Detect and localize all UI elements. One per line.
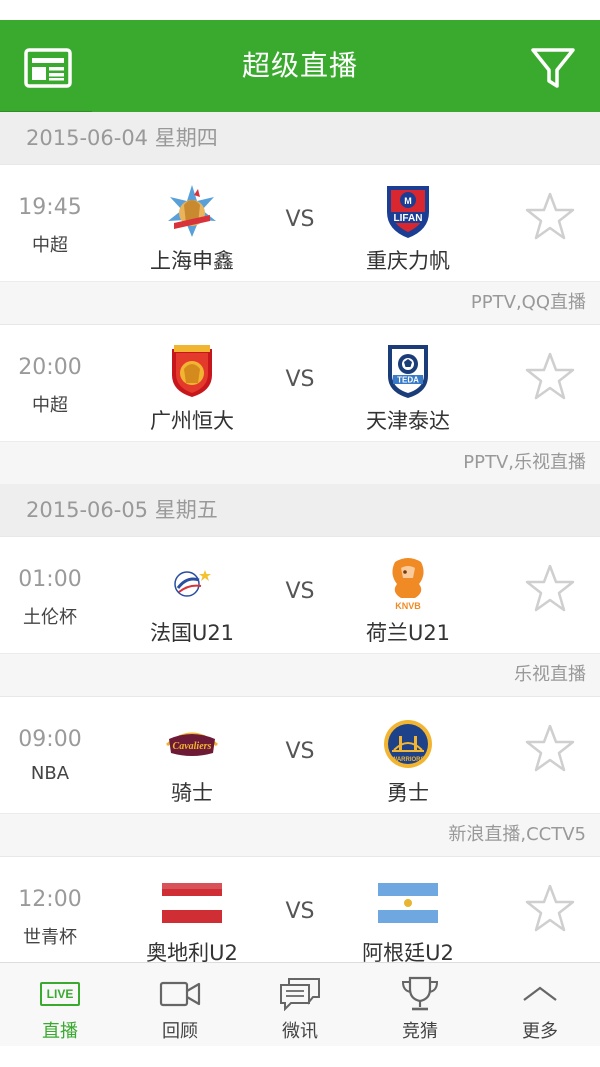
match-row[interactable]: 12:00 世青杯 奥地利U2 VS 阿根廷U2 [0,856,600,962]
home-team-name: 法国U21 [149,621,235,645]
golden-state-warriors-logo-icon: WARRIORS [384,720,432,768]
away-team[interactable]: M LIFAN 重庆力帆 [333,165,483,275]
channel-list: 新浪直播,CCTV5 [0,814,600,856]
vs-label: VS [285,367,315,392]
star-icon [525,352,575,400]
guangzhou-evergrande-logo-icon [172,345,212,397]
home-team[interactable]: 广州恒大 [117,325,267,435]
svg-text:TEDA: TEDA [397,376,419,385]
bottom-safe-area [0,1046,600,1067]
match-league: 土伦杯 [23,607,77,628]
svg-text:KNVB: KNVB [395,601,421,611]
match-time: 12:00 [18,887,82,912]
match-list[interactable]: 2015-06-04 星期四 19:45 中超 上海申鑫 VS M LIFAN … [0,112,600,962]
austria-flag-icon [162,883,222,923]
netherlands-knvb-logo-icon: KNVB [392,558,424,611]
home-team-name: 广州恒大 [150,409,234,433]
chevron-up-icon [523,986,557,1001]
home-team-name: 奥地利U2 [146,941,238,962]
live-icon: LIVE [40,982,80,1006]
chongqing-lifan-logo-icon: M LIFAN [387,186,429,238]
vs-label: VS [285,739,315,764]
star-icon [525,884,575,932]
tab-news[interactable]: 微讯 [240,963,360,1047]
tab-label: 微讯 [282,1021,318,1042]
match-league: NBA [30,763,70,784]
match-league: 中超 [32,395,68,416]
away-team-name: 荷兰U21 [365,621,451,645]
home-team[interactable]: 奥地利U2 [117,857,267,962]
away-team[interactable]: WARRIORS 勇士 [333,697,483,807]
tab-live[interactable]: LIVE 直播 [0,963,120,1047]
match-row[interactable]: 09:00 NBA Cavaliers 骑士 VS WARRIORS 勇士 [0,696,600,814]
tab-more[interactable]: 更多 [480,963,600,1047]
star-icon [525,724,575,772]
tab-review[interactable]: 回顾 [120,963,240,1047]
date-header: 2015-06-04 星期四 [0,112,600,164]
france-u21-logo-icon [174,570,211,597]
date-header: 2015-06-05 星期五 [0,484,600,536]
match-row[interactable]: 01:00 土伦杯 法国U21 VS KNVB 荷兰U21 [0,536,600,654]
app-header: 超级直播 [0,20,600,114]
chat-bubbles-icon [280,978,320,1011]
favorite-button[interactable] [524,351,576,401]
match-time: 20:00 [18,355,82,380]
favorite-button[interactable] [524,883,576,933]
svg-text:Cavaliers: Cavaliers [173,741,212,752]
channel-list: PPTV,QQ直播 [0,282,600,324]
match-league: 世青杯 [23,927,77,948]
svg-text:WARRIORS: WARRIORS [392,757,425,763]
away-team-name: 重庆力帆 [366,249,450,273]
favorite-button[interactable] [524,723,576,773]
star-icon [525,192,575,240]
tianjin-teda-logo-icon: TEDA [388,345,428,398]
channel-list: PPTV,乐视直播 [0,442,600,484]
home-team[interactable]: 上海申鑫 [117,165,267,275]
video-camera-icon [159,981,201,1007]
shanghai-shenxin-logo-icon [168,185,216,237]
away-team[interactable]: KNVB 荷兰U21 [333,537,483,647]
svg-text:M: M [404,196,412,206]
tab-label: 更多 [522,1021,558,1042]
status-bar [0,0,600,20]
svg-text:LIFAN: LIFAN [394,213,423,224]
home-team[interactable]: Cavaliers 骑士 [117,697,267,807]
star-icon [525,564,575,612]
channel-list: 乐视直播 [0,654,600,696]
match-time: 19:45 [18,195,82,220]
vs-label: VS [285,899,315,924]
away-team-name: 天津泰达 [366,409,450,433]
vs-label: VS [285,579,315,604]
away-team-name: 勇士 [387,781,429,805]
favorite-button[interactable] [524,191,576,241]
tab-label: 回顾 [162,1021,198,1042]
away-team-name: 阿根廷U2 [362,941,454,962]
tab-label: 竞猜 [402,1021,438,1042]
vs-label: VS [285,207,315,232]
match-league: 中超 [32,235,68,256]
cleveland-cavaliers-logo-icon: Cavaliers [166,732,218,756]
tab-label: 直播 [42,1021,78,1042]
match-time: 01:00 [18,567,82,592]
away-team[interactable]: TEDA 天津泰达 [333,325,483,435]
filter-icon [531,48,575,88]
home-team[interactable]: 法国U21 [117,537,267,647]
match-row[interactable]: 20:00 中超 广州恒大 VS TEDA 天津泰达 [0,324,600,442]
match-time: 09:00 [18,727,82,752]
away-team[interactable]: 阿根廷U2 [333,857,483,962]
trophy-icon [401,976,439,1011]
match-row[interactable]: 19:45 中超 上海申鑫 VS M LIFAN 重庆力帆 [0,164,600,282]
favorite-button[interactable] [524,563,576,613]
argentina-flag-icon [378,883,438,923]
home-team-name: 上海申鑫 [150,249,234,273]
tab-quiz[interactable]: 竞猜 [360,963,480,1047]
filter-button[interactable] [530,46,576,92]
bottom-tab-bar: LIVE 直播 回顾 微讯 竞猜 更多 [0,962,600,1046]
home-team-name: 骑士 [171,781,213,805]
page-title: 超级直播 [241,49,358,82]
